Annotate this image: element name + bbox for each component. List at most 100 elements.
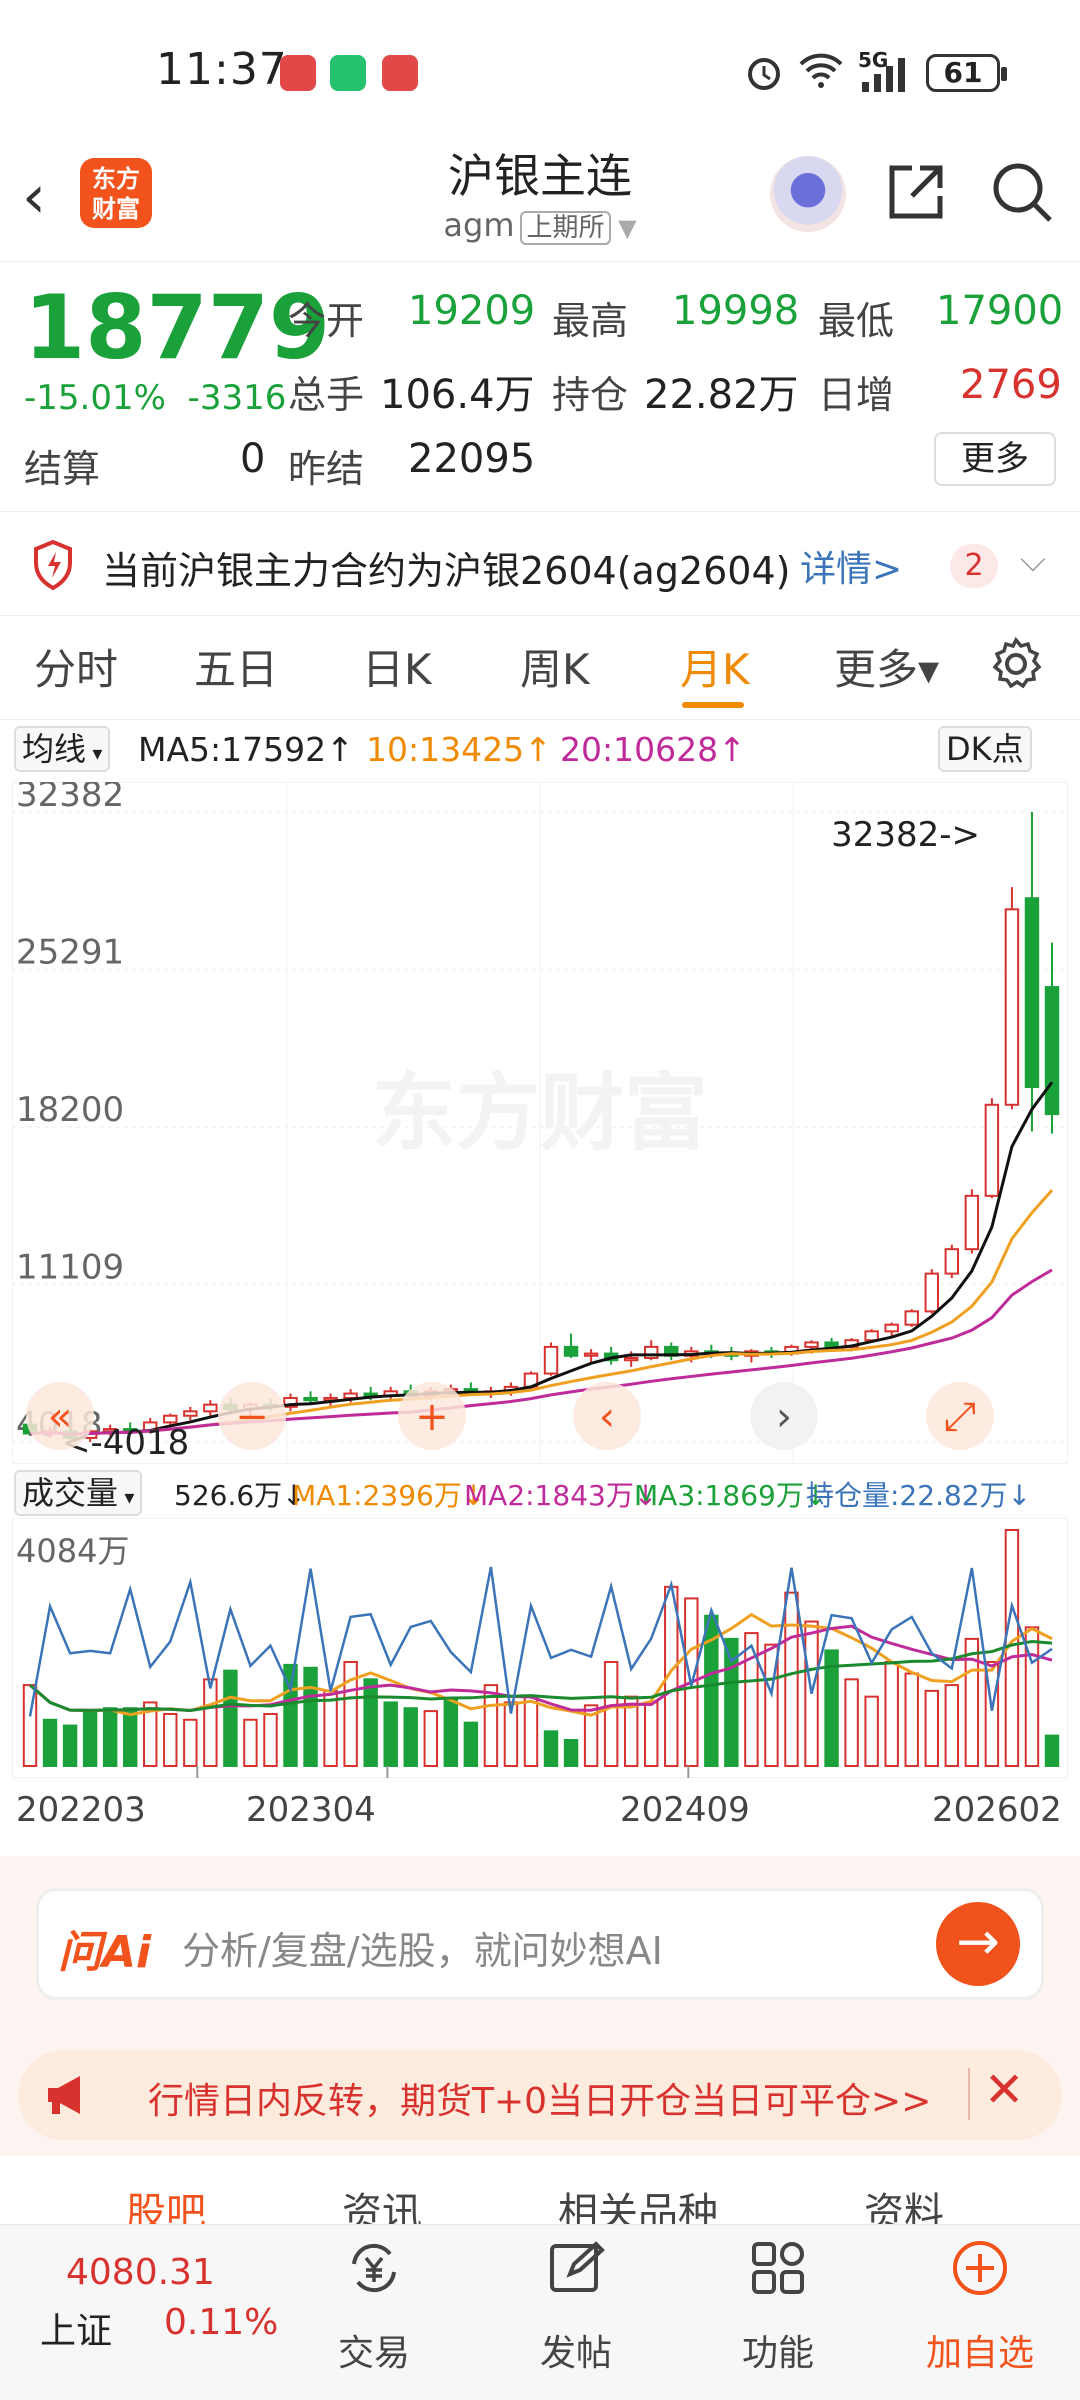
huawei-app-icon: [280, 55, 316, 91]
volume-select[interactable]: 成交量 ▾: [14, 1470, 143, 1516]
open-value: 19209: [408, 288, 536, 334]
tab-five-day[interactable]: 五日: [194, 636, 278, 697]
index-name[interactable]: 上证: [40, 2302, 112, 2354]
open-label: 今开: [288, 299, 365, 343]
candle-body: [1024, 897, 1040, 1089]
wifi-icon: [799, 53, 843, 88]
vol-ma3-value: MA3:1869万↓: [634, 1479, 828, 1512]
nav-trade[interactable]: 交易: [314, 2324, 434, 2376]
volume-bar: [102, 1707, 118, 1767]
vol-oi-value: 持仓量:22.82万↓: [806, 1479, 1032, 1512]
index-value[interactable]: 4080.31: [66, 2252, 215, 2293]
index-change[interactable]: 0.11%: [164, 2302, 278, 2343]
candle-body: [543, 1345, 559, 1375]
chevron-down-icon[interactable]: ⌵: [1020, 540, 1046, 580]
volume-select-label: 成交量: [22, 1474, 119, 1512]
ai-logo: 问Ai: [58, 1927, 152, 1978]
search-icon[interactable]: [990, 160, 1054, 224]
volume-bar: [163, 1712, 178, 1767]
tab-intraday[interactable]: 分时: [34, 636, 118, 697]
last-price: 18779: [24, 276, 331, 379]
active-tab-indicator: [682, 702, 744, 708]
price-change: -15.01% -3316: [24, 378, 286, 418]
tab-monthly-k[interactable]: 月K: [680, 636, 750, 697]
add-circle-icon[interactable]: [950, 2238, 1010, 2298]
volume-bar: [383, 1701, 398, 1767]
max-price-note: 32382->: [831, 815, 980, 855]
candle-body: [864, 1330, 879, 1342]
volume-bar: [183, 1718, 198, 1767]
settle-value: 0: [240, 436, 266, 482]
close-icon[interactable]: ✕: [984, 2062, 1024, 2118]
nav-post[interactable]: 发帖: [516, 2324, 636, 2376]
more-quote-button[interactable]: 更多: [934, 432, 1056, 486]
volume-bar: [243, 1718, 258, 1767]
dk-point-button[interactable]: DK点: [938, 726, 1032, 772]
ai-search-input[interactable]: 分析/复盘/选股，就问妙想AI: [182, 1920, 663, 1975]
volume-max-label: 4084万: [16, 1532, 129, 1570]
open-interest-label: 持仓: [552, 373, 629, 417]
nav-add-watchlist[interactable]: 加自选: [920, 2324, 1040, 2376]
ai-assistant-avatar[interactable]: [770, 156, 846, 232]
settle-label: 结算: [24, 447, 101, 491]
x-label-end: 202602: [932, 1790, 1062, 1830]
wechat-icon: [330, 55, 366, 91]
volume-bar: [904, 1672, 919, 1767]
volume-bar: [122, 1707, 138, 1767]
y-axis-label: 32382: [16, 782, 124, 815]
svg-text:−: −: [235, 1394, 269, 1440]
zoom-out-icon[interactable]: −: [218, 1382, 286, 1450]
volume-bar: [1044, 1734, 1060, 1767]
volume-bar: [523, 1695, 539, 1767]
promo-divider: [968, 2068, 970, 2120]
svg-text:⤢: ⤢: [944, 1394, 976, 1440]
arrow-right-icon[interactable]: →: [936, 1902, 1020, 1986]
volume-bar: [403, 1707, 418, 1767]
candle-body: [964, 1194, 980, 1251]
chevron-double-left-icon[interactable]: «: [26, 1382, 94, 1450]
candle-body: [804, 1341, 819, 1348]
indicator-select-label: 均线: [22, 730, 87, 768]
kline-chart[interactable]: 323822529118200111094018东方财富32382-><-401…: [12, 782, 1068, 1464]
chevron-left-icon[interactable]: ‹: [573, 1382, 641, 1450]
candle-body: [1044, 986, 1060, 1116]
volume-bar: [42, 1718, 58, 1767]
volume-bar: [223, 1669, 238, 1767]
x-label-2: 202304: [246, 1790, 376, 1830]
daily-increase-label: 日增: [818, 373, 895, 417]
share-icon[interactable]: [884, 160, 948, 224]
chevron-right-icon[interactable]: ›: [750, 1382, 818, 1450]
indicator-select[interactable]: 均线 ▾: [14, 726, 111, 772]
shield-icon: [34, 540, 72, 590]
notice-detail-link[interactable]: 详情>: [800, 540, 902, 592]
gear-icon[interactable]: [988, 636, 1044, 692]
tab-daily-k[interactable]: 日K: [362, 636, 432, 697]
daily-increase-value: 2769: [960, 362, 1062, 408]
edit-icon[interactable]: [546, 2238, 606, 2298]
tab-weekly-k[interactable]: 周K: [520, 636, 590, 697]
candle-body: [824, 1341, 839, 1348]
volume-bar: [323, 1689, 338, 1767]
candle-body: [343, 1392, 358, 1399]
candle-body: [904, 1310, 919, 1326]
high-label: 最高: [552, 299, 629, 343]
tab-more[interactable]: 更多▾: [834, 636, 939, 697]
vol-ma2-value: MA2:1843万↓: [464, 1479, 658, 1512]
huawei-app-icon: [382, 55, 418, 91]
zoom-in-icon[interactable]: +: [398, 1382, 466, 1450]
status-bar: 11:37 5G 61: [0, 0, 1080, 140]
fullscreen-icon[interactable]: ⤢: [926, 1382, 994, 1450]
ma20-value: 20:10628↑: [560, 730, 746, 769]
y-axis-label: 25291: [16, 933, 124, 973]
apps-grid-icon[interactable]: [748, 2238, 808, 2298]
open-interest-value: 22.82万: [644, 372, 799, 418]
trade-icon[interactable]: [344, 2238, 404, 2298]
change-percent: -15.01%: [24, 378, 166, 418]
volume-bar: [443, 1698, 459, 1768]
notice-text: 当前沪银主力合约为沪银2604(ag2604): [102, 549, 791, 593]
candle-body: [163, 1414, 178, 1424]
nav-function[interactable]: 功能: [718, 2324, 838, 2376]
candle-body: [303, 1396, 318, 1402]
candle-body: [563, 1345, 579, 1357]
volume-chart[interactable]: 4084万: [12, 1518, 1068, 1778]
